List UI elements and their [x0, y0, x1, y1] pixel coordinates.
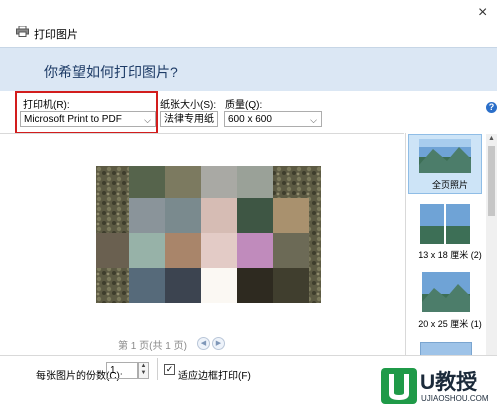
- layout-next-card[interactable]: [420, 342, 472, 356]
- window-title: 打印图片: [34, 29, 78, 41]
- divider: [157, 358, 158, 380]
- layout-full-page-label: 全页照片: [431, 180, 468, 190]
- two-photo-thumbnail: [420, 204, 470, 244]
- layout-13x18-label: 13 x 18 厘米 (2): [418, 250, 482, 260]
- paper-size-label: 纸张大小(S):: [160, 100, 217, 111]
- fit-to-frame-checkbox[interactable]: ✓: [164, 364, 175, 375]
- quality-dropdown[interactable]: 600 x 600 ⌵: [224, 111, 322, 127]
- previous-page-button[interactable]: ◀: [197, 337, 210, 350]
- fit-to-frame-label: 适应边框打印(F): [178, 371, 251, 382]
- help-icon[interactable]: ?: [486, 102, 497, 113]
- chevron-down-icon: ⌵: [206, 115, 213, 125]
- scroll-thumb[interactable]: [488, 146, 495, 216]
- header-question: 你希望如何打印图片?: [44, 64, 178, 80]
- single-photo-thumbnail: [422, 272, 470, 312]
- next-page-button[interactable]: ▶: [212, 337, 225, 350]
- copies-input[interactable]: 1: [106, 362, 138, 379]
- preview-image: [96, 166, 321, 303]
- quality-value: 600 x 600: [228, 114, 272, 125]
- landscape-thumbnail: [419, 139, 471, 173]
- layout-20x25-card[interactable]: [422, 272, 470, 312]
- quality-label: 质量(Q):: [225, 100, 263, 111]
- close-button[interactable]: ×: [478, 4, 487, 22]
- copies-stepper[interactable]: ▲ ▼: [138, 362, 149, 379]
- page-indicator: 第 1 页(共 1 页): [118, 341, 187, 352]
- watermark-logo: [381, 368, 417, 404]
- watermark-brand: U教授: [420, 371, 478, 394]
- highlight-box: [15, 91, 158, 134]
- stepper-up-icon[interactable]: ▲: [139, 363, 148, 370]
- watermark-url: UJIAOSHOU.COM: [421, 394, 489, 403]
- scroll-up-icon[interactable]: ▲: [486, 134, 497, 144]
- paper-size-dropdown[interactable]: 法律专用纸 ⌵: [160, 111, 218, 127]
- chevron-down-icon: ⌵: [310, 115, 317, 125]
- stepper-down-icon[interactable]: ▼: [139, 370, 148, 377]
- printer-icon: [16, 26, 29, 37]
- layout-20x25-label: 20 x 25 厘米 (1): [418, 319, 482, 329]
- layout-13x18-card[interactable]: [420, 204, 470, 244]
